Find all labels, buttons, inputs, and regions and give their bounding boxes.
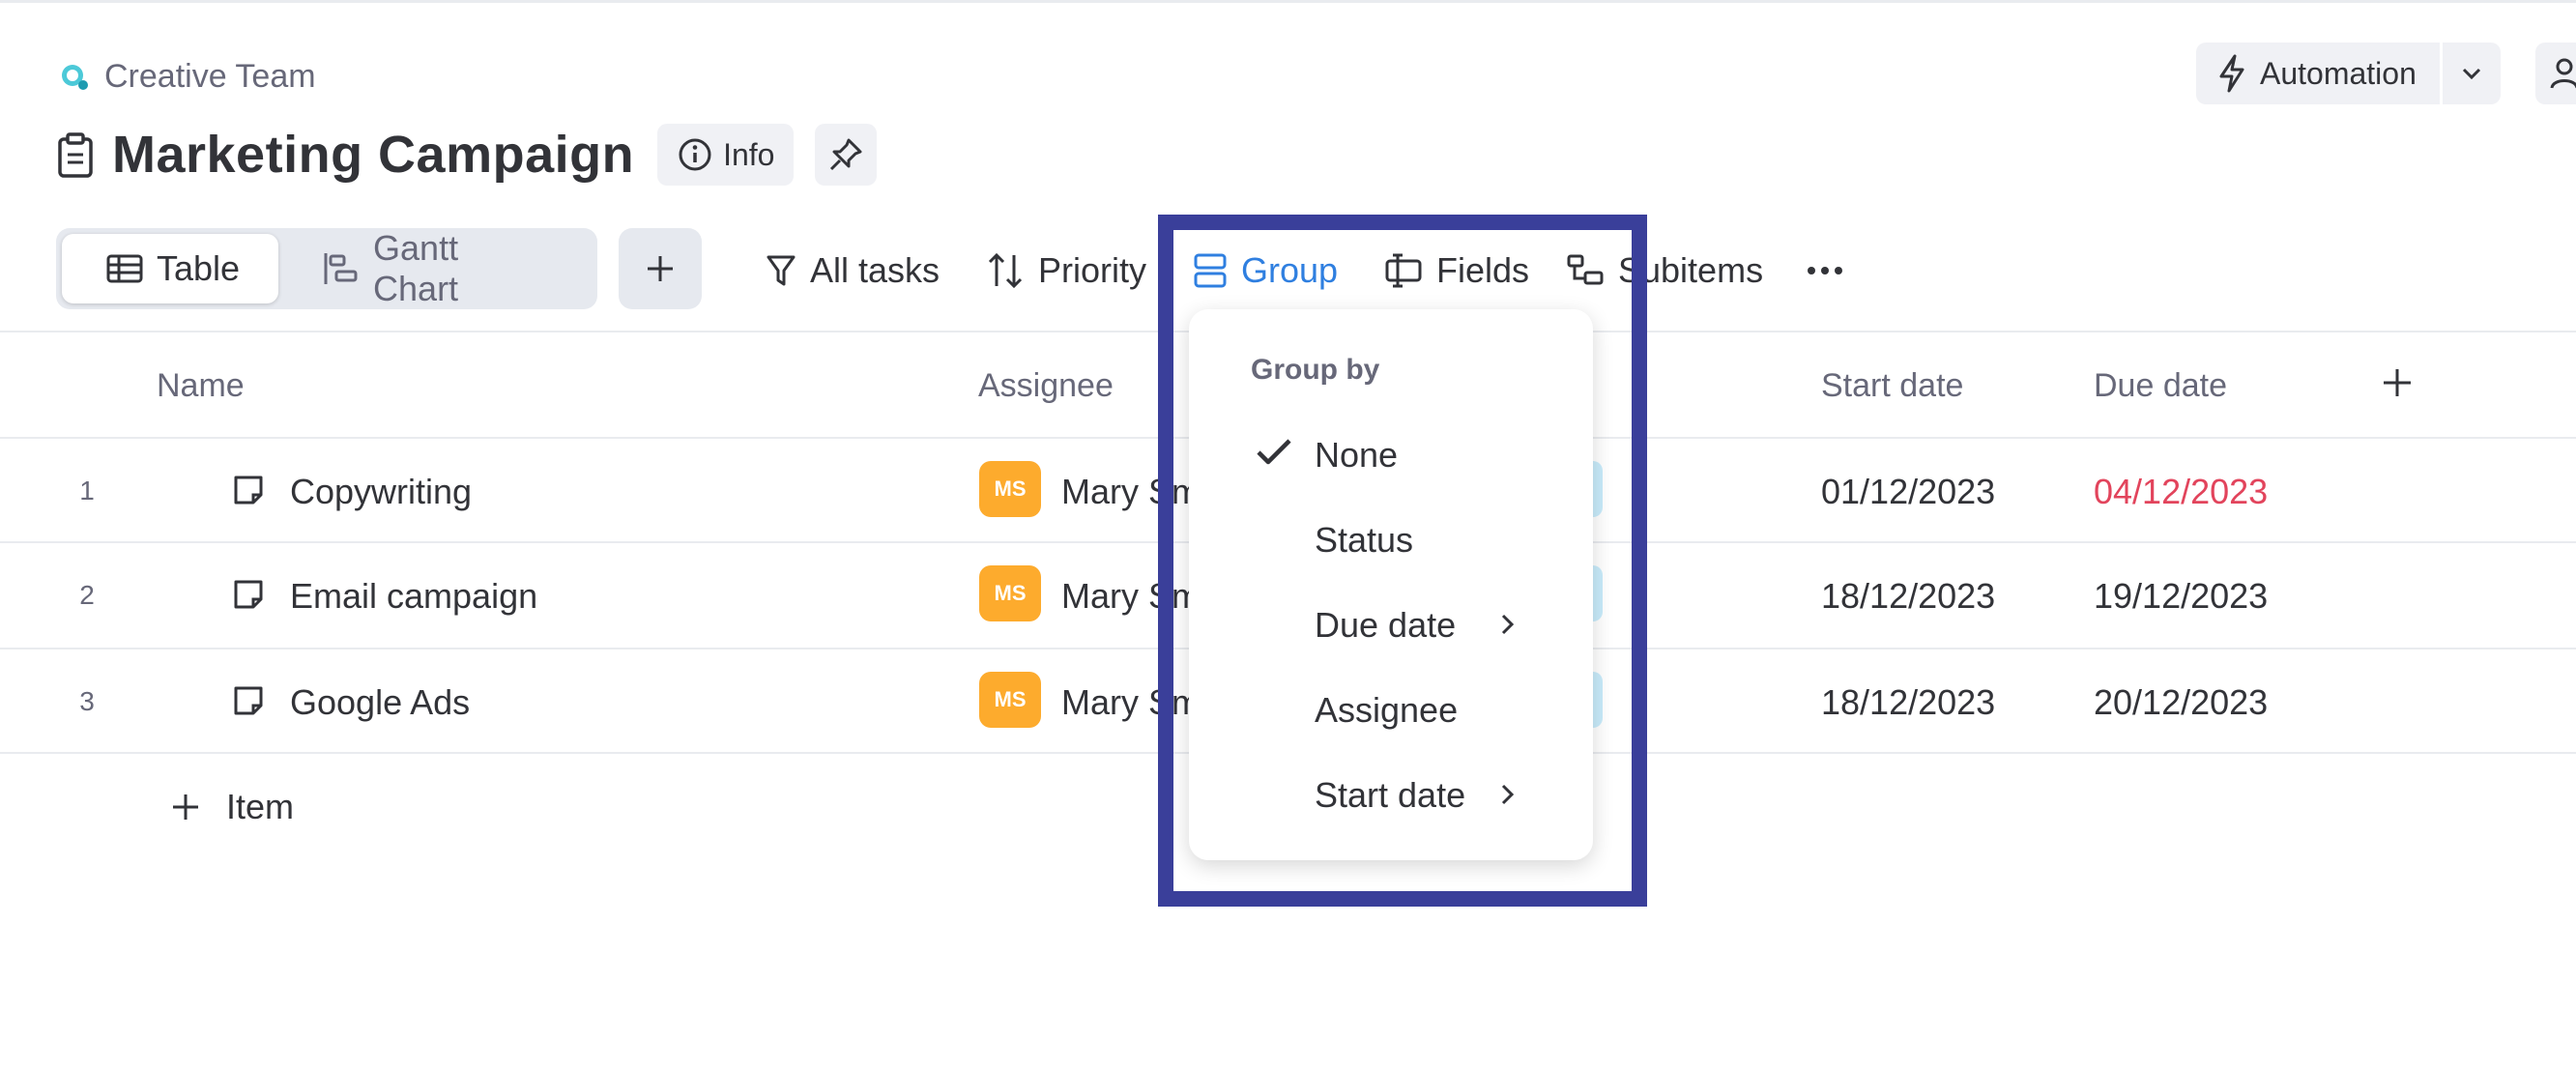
- person-icon: [2550, 58, 2576, 89]
- view-tabs: Table Gantt Chart: [56, 228, 597, 309]
- chevron-right-icon: [1501, 784, 1515, 805]
- item-note-icon: [234, 476, 263, 505]
- start-date-cell[interactable]: 18/12/2023: [1821, 682, 1995, 723]
- automation-button[interactable]: Automation: [2196, 43, 2440, 104]
- avatar[interactable]: MS: [979, 565, 1041, 621]
- dropdown-title: Group by: [1251, 354, 1380, 386]
- tab-gantt-chart[interactable]: Gantt Chart: [278, 228, 592, 308]
- due-date-cell[interactable]: 04/12/2023: [2094, 472, 2268, 512]
- page-title: Marketing Campaign: [112, 126, 635, 184]
- start-date-cell[interactable]: 01/12/2023: [1821, 472, 1995, 512]
- group-option-due-date[interactable]: Due date: [1315, 605, 1456, 646]
- chevron-down-icon: [2462, 68, 2480, 80]
- item-note-icon: [234, 580, 263, 609]
- workspace-name: Creative Team: [104, 58, 316, 95]
- column-header-name[interactable]: Name: [157, 367, 245, 405]
- group-by-dropdown: Group by None Status Due date Assignee S…: [1189, 309, 1593, 860]
- row-number: 3: [79, 686, 95, 716]
- avatar[interactable]: MS: [979, 672, 1041, 728]
- more-dots-icon: [1808, 267, 1842, 274]
- due-date-cell[interactable]: 19/12/2023: [2094, 576, 2268, 617]
- info-icon: [679, 138, 711, 171]
- tab-table-label: Table: [157, 248, 241, 288]
- tab-gantt-label: Gantt Chart: [373, 228, 459, 308]
- start-date-cell[interactable]: 18/12/2023: [1821, 576, 1995, 617]
- row-number: 2: [79, 580, 95, 610]
- plus-icon: [648, 256, 673, 281]
- automation-control: Automation: [2196, 43, 2501, 104]
- tab-table[interactable]: Table: [62, 234, 279, 303]
- row-number: 1: [79, 476, 95, 505]
- item-name[interactable]: Copywriting: [290, 472, 472, 512]
- all-tasks-filter-button[interactable]: All tasks: [766, 244, 940, 298]
- add-view-button[interactable]: [619, 228, 702, 309]
- group-option-start-date[interactable]: Start date: [1315, 775, 1465, 816]
- priority-label: Priority: [1038, 250, 1147, 290]
- group-option-assignee[interactable]: Assignee: [1315, 690, 1458, 731]
- automation-label: Automation: [2260, 55, 2417, 91]
- automation-dropdown-button[interactable]: [2442, 43, 2501, 104]
- info-label: Info: [723, 136, 775, 172]
- column-header-due-date[interactable]: Due date: [2094, 367, 2227, 405]
- priority-sort-button[interactable]: Priority: [986, 244, 1146, 298]
- more-options-button[interactable]: [1806, 244, 1844, 298]
- top-border: [0, 0, 2576, 3]
- check-icon: [1257, 439, 1291, 465]
- workspace-icon: [62, 64, 88, 90]
- pin-button[interactable]: [815, 124, 878, 186]
- all-tasks-label: All tasks: [810, 250, 941, 290]
- clipboard-icon: [58, 132, 93, 178]
- board-title-row: Marketing Campaign Info: [56, 124, 878, 186]
- column-header-assignee[interactable]: Assignee: [978, 367, 1114, 405]
- workspace-breadcrumb[interactable]: Creative Team: [58, 58, 316, 96]
- add-column-icon[interactable]: [2380, 365, 2415, 400]
- chevron-right-icon: [1501, 614, 1515, 635]
- add-item-label: Item: [226, 787, 295, 826]
- sort-icon: [988, 252, 1023, 289]
- add-item-button[interactable]: Item: [170, 787, 294, 827]
- due-date-cell[interactable]: 20/12/2023: [2094, 682, 2268, 723]
- plus-icon: [173, 794, 198, 820]
- gantt-icon: [324, 253, 358, 284]
- group-option-status[interactable]: Status: [1315, 520, 1413, 561]
- avatar[interactable]: MS: [979, 461, 1041, 517]
- filter-icon: [767, 255, 796, 286]
- group-option-none[interactable]: None: [1315, 435, 1398, 476]
- item-name[interactable]: Email campaign: [290, 576, 537, 617]
- lightning-icon: [2219, 54, 2244, 93]
- column-header-start-date[interactable]: Start date: [1821, 367, 1963, 405]
- item-name[interactable]: Google Ads: [290, 682, 470, 723]
- info-button[interactable]: Info: [657, 124, 795, 186]
- item-note-icon: [234, 686, 263, 715]
- table-icon: [106, 254, 143, 283]
- pin-icon: [830, 138, 862, 171]
- invite-button[interactable]: [2535, 43, 2576, 104]
